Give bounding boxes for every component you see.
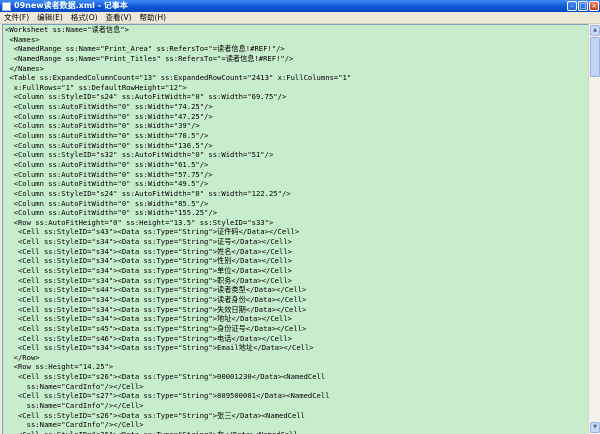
notepad-icon: [2, 1, 11, 11]
text-line: <Cell ss:StyleID="s34"><Data ss:Type="St…: [5, 275, 292, 285]
vertical-scrollbar[interactable]: ▲ ▼: [588, 24, 600, 434]
text-line: <Column ss:AutoFitWidth="0" ss:Width="15…: [5, 208, 218, 218]
text-line: <Column ss:AutoFitWidth="0" ss:Width="61…: [5, 159, 209, 169]
menu-file[interactable]: 文件(F): [0, 12, 33, 24]
text-line: <Cell ss:StyleID="s34"><Data ss:Type="St…: [5, 343, 314, 353]
scroll-up-arrow-icon[interactable]: ▲: [590, 25, 600, 36]
close-icon[interactable]: ×: [589, 1, 599, 11]
text-line: <Cell ss:StyleID="s44"><Data ss:Type="St…: [5, 285, 307, 295]
window-controls: – □ ×: [567, 1, 599, 11]
text-line: <NamedRange ss:Name="Print_Titles" ss:Re…: [5, 53, 294, 63]
menu-view[interactable]: 查看(V): [102, 12, 136, 24]
text-line: <Cell ss:StyleID="s34"><Data ss:Type="St…: [5, 256, 292, 266]
menu-edit[interactable]: 编辑(E): [33, 12, 67, 24]
text-editor-area[interactable]: <Worksheet ss:Name="读者信息"> <Names> <Name…: [2, 24, 588, 434]
text-line: <Row ss:AutoFitHeight="0" ss:Height="13.…: [5, 217, 274, 227]
scroll-down-arrow-icon[interactable]: ▼: [590, 422, 600, 433]
text-line: ss:Name="CardInfo"/></Cell>: [5, 420, 144, 430]
window-title: 09new读者数据.xml - 记事本: [14, 1, 128, 10]
text-line: <Worksheet ss:Name="读者信息">: [5, 25, 129, 34]
text-line: <Column ss:AutoFitWidth="0" ss:Width="13…: [5, 140, 213, 150]
menu-format[interactable]: 格式(O): [67, 12, 102, 24]
text-line: <Table ss:ExpandedColumnCount="13" ss:Ex…: [5, 73, 352, 83]
text-line: <Column ss:AutoFitWidth="0" ss:Width="85…: [5, 198, 209, 208]
text-line: <Cell ss:StyleID="s34"><Data ss:Type="St…: [5, 304, 307, 314]
text-line: ss:Name="CardInfo"/></Cell>: [5, 400, 144, 410]
text-line: </Names>: [5, 63, 44, 73]
minimize-icon[interactable]: –: [567, 1, 577, 11]
title-bar[interactable]: 09new读者数据.xml - 记事本 – □ ×: [0, 0, 600, 12]
text-line: <Column ss:AutoFitWidth="0" ss:Width="49…: [5, 179, 209, 189]
text-line: <Cell ss:StyleID="s26"><Data ss:Type="St…: [5, 410, 305, 420]
text-line: </Row>: [5, 352, 40, 362]
text-line: <Cell ss:StyleID="s34"><Data ss:Type="St…: [5, 294, 307, 304]
maximize-icon[interactable]: □: [578, 1, 588, 11]
text-line: <Column ss:StyleID="s24" ss:AutoFitWidth…: [5, 92, 287, 102]
text-line: ss:Name="CardInfo"/></Cell>: [5, 381, 144, 391]
text-line: <Cell ss:StyleID="s34"><Data ss:Type="St…: [5, 314, 292, 324]
text-line: <Column ss:StyleID="s24" ss:AutoFitWidth…: [5, 188, 291, 198]
text-line: <Column ss:AutoFitWidth="0" ss:Width="74…: [5, 102, 213, 112]
text-line: <Cell ss:StyleID="s34"><Data ss:Type="St…: [5, 246, 292, 256]
text-line: <Column ss:AutoFitWidth="0" ss:Width="39…: [5, 121, 200, 131]
text-line: <Cell ss:StyleID="s45"><Data ss:Type="St…: [5, 323, 307, 333]
text-line: <Row ss:Height="14.25">: [5, 362, 114, 372]
menu-help[interactable]: 帮助(H): [136, 12, 171, 24]
scrollbar-thumb[interactable]: [590, 37, 600, 77]
menu-bar: 文件(F) 编辑(E) 格式(O) 查看(V) 帮助(H): [0, 12, 600, 24]
text-line: <Column ss:AutoFitWidth="0" ss:Width="57…: [5, 169, 213, 179]
text-line: <Cell ss:StyleID="s26"><Data ss:Type="St…: [3, 430, 588, 434]
text-line: <Cell ss:StyleID="s43"><Data ss:Type="St…: [5, 227, 300, 237]
text-line: <Column ss:AutoFitWidth="0" ss:Width="47…: [5, 111, 213, 121]
text-line: <Cell ss:StyleID="s26"><Data ss:Type="St…: [5, 372, 326, 382]
text-line: <Column ss:StyleID="s32" ss:AutoFitWidth…: [5, 150, 274, 160]
text-line: <Cell ss:StyleID="s46"><Data ss:Type="St…: [5, 333, 292, 343]
notepad-window: 09new读者数据.xml - 记事本 – □ × 文件(F) 编辑(E) 格式…: [0, 0, 600, 434]
text-line: <Cell ss:StyleID="s34"><Data ss:Type="St…: [5, 266, 292, 276]
text-line: <NamedRange ss:Name="Print_Area" ss:Refe…: [5, 44, 285, 54]
text-line: x:FullRows="1" ss:DefaultRowHeight="12">: [5, 82, 187, 92]
text-line: <Cell ss:StyleID="s27"><Data ss:Type="St…: [5, 391, 330, 401]
text-line: <Column ss:AutoFitWidth="0" ss:Width="70…: [5, 131, 209, 141]
text-line: <Names>: [5, 34, 40, 44]
text-line: <Cell ss:StyleID="s34"><Data ss:Type="St…: [5, 237, 292, 247]
